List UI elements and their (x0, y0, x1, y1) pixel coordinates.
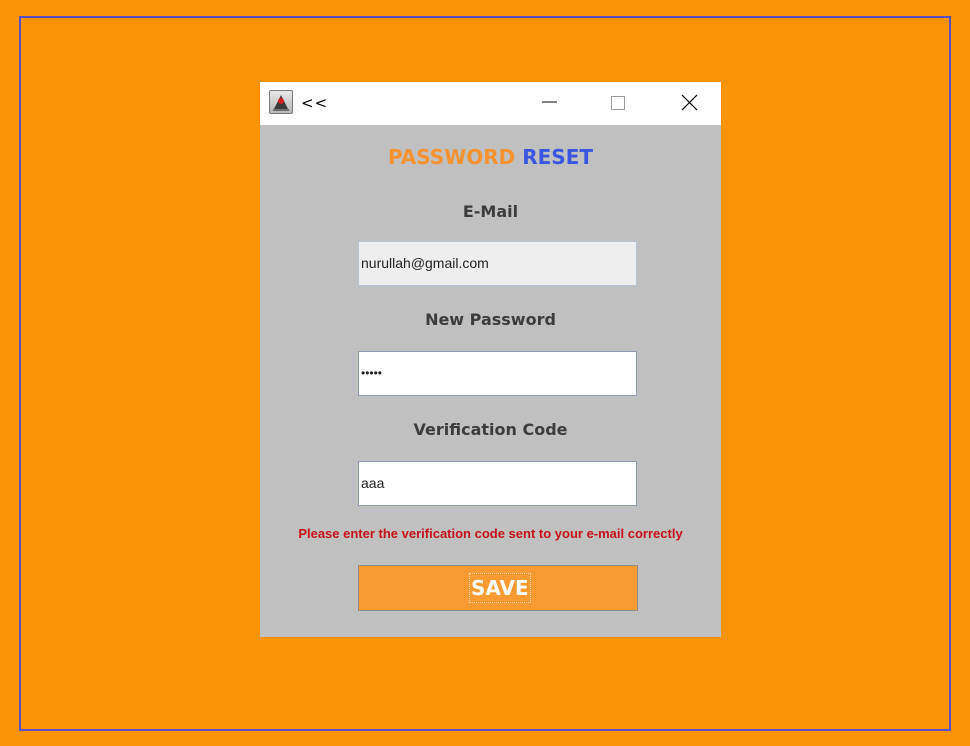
verification-code-label: Verification Code (413, 420, 568, 439)
email-field[interactable]: nurullah@gmail.com (358, 241, 637, 286)
window-title: << (301, 94, 329, 112)
minimize-icon (542, 101, 557, 103)
close-button[interactable] (666, 82, 712, 125)
save-button[interactable]: SAVE (358, 565, 638, 611)
password-reset-window: << PASSWORD RESET E-Mail nurullah@gmail.… (260, 82, 721, 637)
title-bar[interactable]: << (260, 82, 721, 125)
minimize-button[interactable] (526, 82, 572, 125)
title-word-password: PASSWORD (387, 145, 516, 169)
new-password-field[interactable]: ••••• (358, 351, 637, 396)
close-icon (681, 94, 698, 111)
title-word-reset: RESET (522, 145, 594, 169)
error-message: Please enter the verification code sent … (298, 526, 683, 541)
maximize-icon (611, 96, 625, 110)
page-title: PASSWORD RESET (260, 145, 721, 169)
save-button-label: SAVE (469, 573, 531, 603)
verification-code-field[interactable]: aaa (358, 461, 637, 506)
maximize-button[interactable] (595, 82, 641, 125)
java-app-icon (269, 90, 293, 114)
email-label: E-Mail (462, 202, 519, 221)
new-password-label: New Password (425, 310, 556, 329)
